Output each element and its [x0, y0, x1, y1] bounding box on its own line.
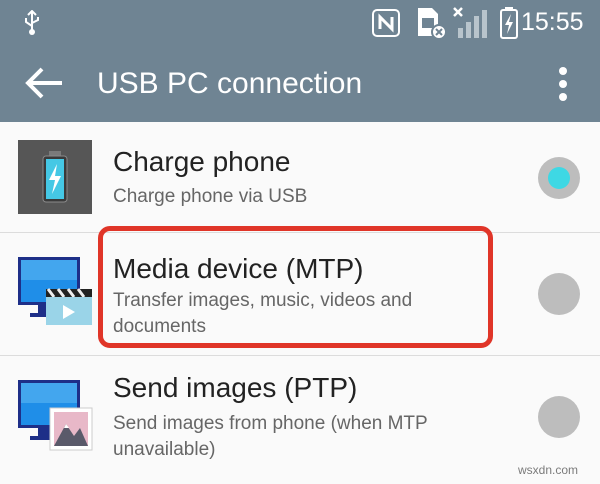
media-device-icon: [18, 255, 98, 338]
app-bar: USB PC connection: [0, 46, 600, 122]
nfc-icon: [372, 9, 400, 42]
option-send-images[interactable]: Send images (PTP) Send images from phone…: [0, 356, 600, 484]
page-title: USB PC connection: [97, 67, 363, 100]
status-bar: 15:55: [0, 0, 600, 46]
send-images-icon: [18, 378, 98, 463]
battery-charge-icon: [18, 140, 92, 219]
radio-charge-phone[interactable]: [538, 157, 580, 199]
radio-media-device[interactable]: [538, 273, 580, 315]
signal-icon: [452, 6, 492, 45]
option-charge-phone[interactable]: Charge phone Charge phone via USB: [0, 122, 600, 232]
sim-card-icon: [416, 6, 450, 45]
status-time: 15:55: [521, 8, 584, 36]
option-title: Charge phone: [113, 146, 291, 177]
usb-icon: [22, 9, 42, 41]
option-subtitle: Charge phone via USB: [113, 186, 308, 207]
highlight-box: [98, 226, 493, 348]
arrow-left-icon[interactable]: [24, 66, 64, 105]
watermark-text: wsxdn.com: [518, 463, 579, 477]
option-subtitle: Send images from phone (when MTP unavail…: [113, 413, 428, 460]
option-title: Send images (PTP): [113, 372, 358, 403]
more-vert-icon[interactable]: [558, 66, 568, 107]
battery-charging-icon: [500, 7, 518, 44]
radio-send-images[interactable]: [538, 396, 580, 438]
